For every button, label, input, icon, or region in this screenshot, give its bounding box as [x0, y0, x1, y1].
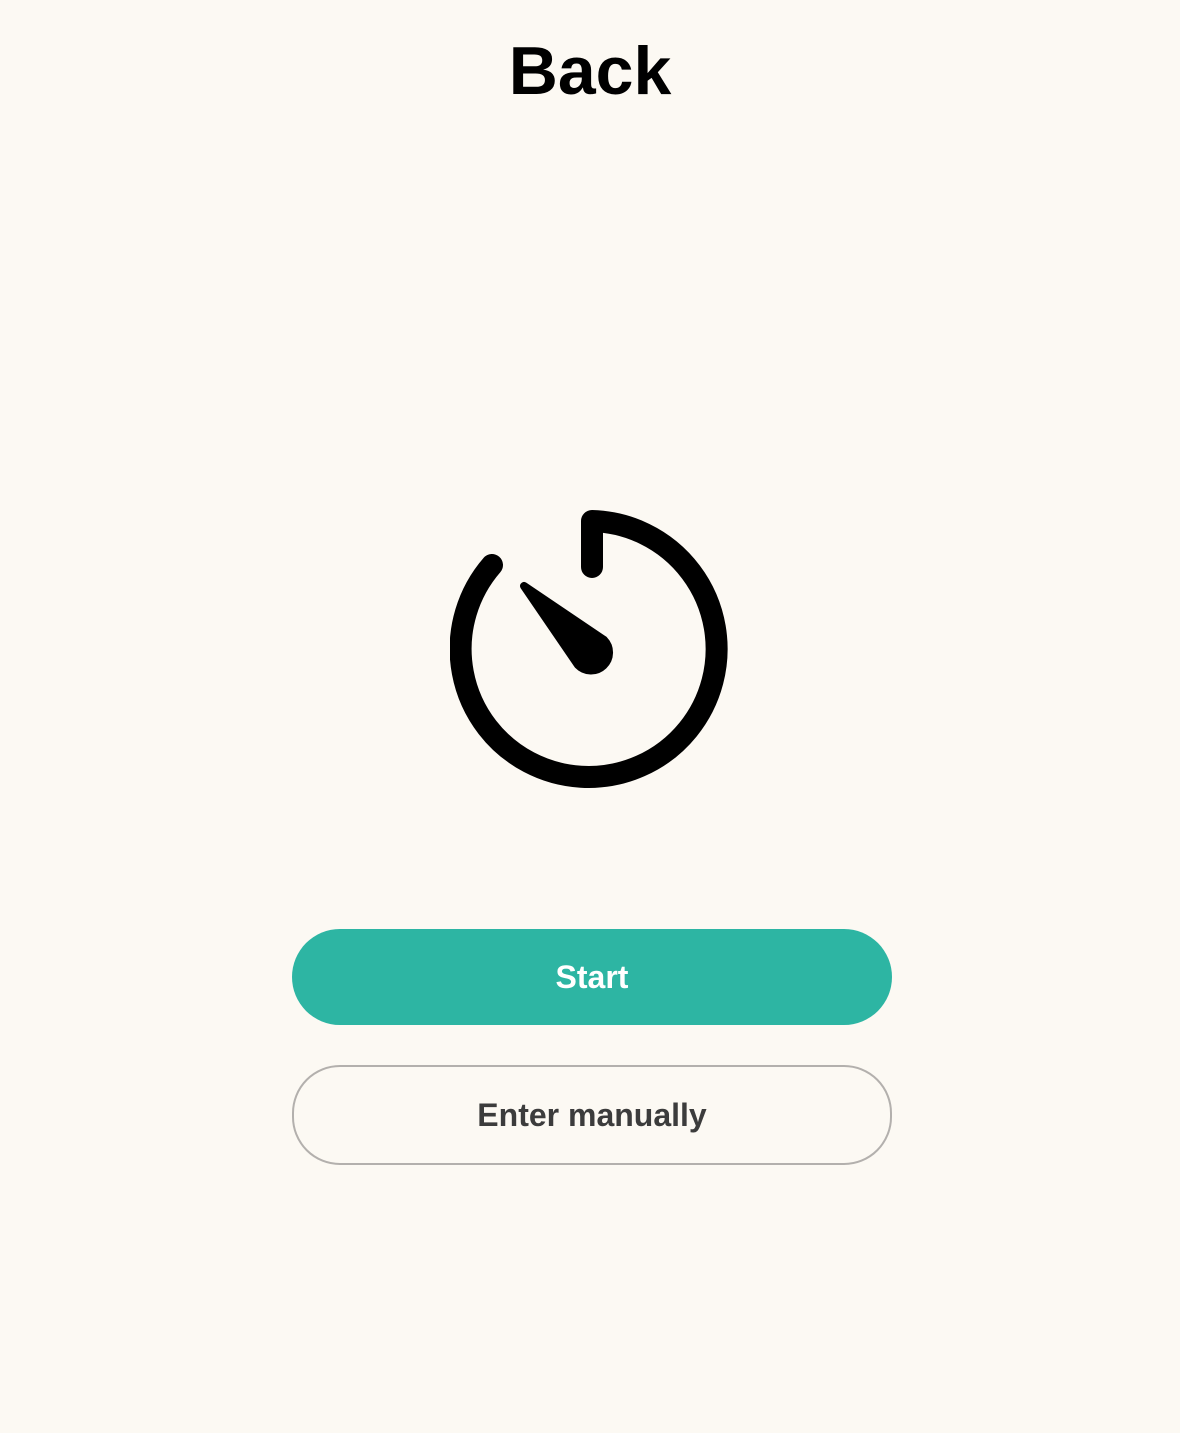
back-button[interactable]: Back — [0, 30, 1180, 112]
stopwatch-icon — [450, 507, 735, 792]
start-button[interactable]: Start — [292, 929, 892, 1025]
enter-manually-button[interactable]: Enter manually — [292, 1065, 892, 1165]
